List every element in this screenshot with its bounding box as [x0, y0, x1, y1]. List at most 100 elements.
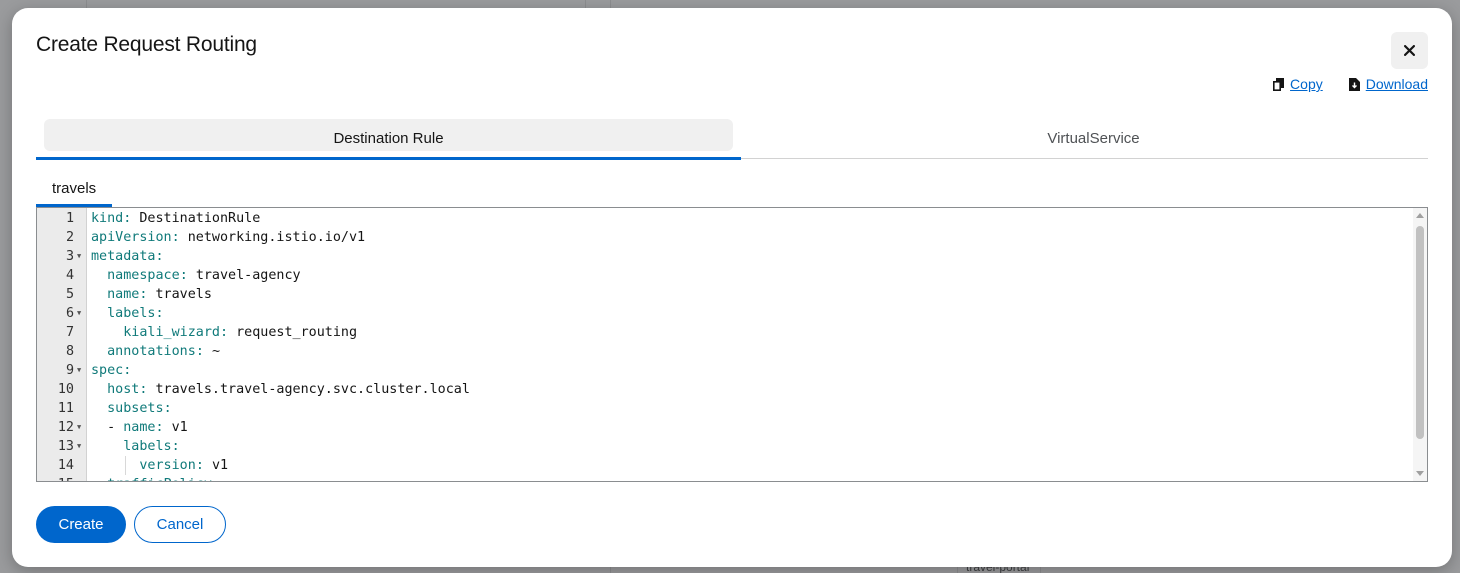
- code-line: 3 ▼ metadata:: [37, 247, 1413, 266]
- yaml-value: v1: [211, 458, 229, 473]
- code-line: 13 ▼ labels:: [37, 437, 1413, 456]
- yaml-separator: :: [155, 249, 164, 264]
- line-number: 12: [57, 420, 74, 435]
- yaml-separator: :: [195, 344, 212, 359]
- code-text: metadata:: [91, 247, 164, 266]
- fold-toggle-icon[interactable]: ▼: [77, 361, 81, 380]
- yaml-key: metadata: [91, 249, 156, 264]
- line-number: 5: [65, 287, 74, 302]
- copy-label: Copy: [1290, 76, 1323, 92]
- close-button[interactable]: [1391, 32, 1428, 69]
- code-line: 2 apiVersion: networking.istio.io/v1: [37, 228, 1413, 247]
- copy-button[interactable]: Copy: [1273, 76, 1323, 92]
- bg-divider: [585, 0, 586, 8]
- yaml-key: kiali_wizard: [123, 325, 220, 340]
- code-line: 15▼ trafficPolicy:: [37, 475, 1413, 481]
- code-text: host: travels.travel-agency.svc.cluster.…: [91, 380, 470, 399]
- yaml-value: travel-agency: [195, 268, 301, 283]
- yaml-separator: :: [139, 382, 156, 397]
- bg-divider: [610, 0, 611, 8]
- code-line: 6 ▼ labels:: [37, 304, 1413, 323]
- yaml-key: apiVersion: [91, 230, 172, 245]
- yaml-value: travels.travel-agency.svc.cluster.local: [155, 382, 470, 397]
- dialog-footer: Create Cancel: [36, 506, 226, 543]
- code-text: subsets:: [91, 399, 172, 418]
- editor-scrollbar[interactable]: [1413, 208, 1427, 481]
- yaml-value: DestinationRule: [139, 211, 261, 226]
- yaml-separator: :: [123, 363, 132, 378]
- yaml-key: labels: [107, 306, 156, 321]
- yaml-key: labels: [123, 439, 172, 454]
- yaml-separator: :: [139, 287, 156, 302]
- subtab-travels[interactable]: travels: [36, 169, 113, 207]
- line-number: 9: [65, 363, 74, 378]
- yaml-value: networking.istio.io/v1: [187, 230, 366, 245]
- yaml-separator: :: [155, 306, 164, 321]
- yaml-value: request_routing: [236, 325, 358, 340]
- code-line: 7 kiali_wizard: request_routing: [37, 323, 1413, 342]
- line-number: 15: [37, 475, 74, 481]
- line-number: 6: [65, 306, 74, 321]
- line-number: 10: [57, 382, 74, 397]
- bg-divider: [86, 0, 87, 8]
- code-line: 10 host: travels.travel-agency.svc.clust…: [37, 380, 1413, 399]
- yaml-separator: :: [179, 268, 196, 283]
- code-line: 9 ▼ spec:: [37, 361, 1413, 380]
- code-text: version: v1: [91, 456, 228, 475]
- yaml-key: spec: [91, 363, 124, 378]
- code-text: kiali_wizard: request_routing: [91, 323, 357, 342]
- yaml-key: version: [139, 458, 196, 473]
- yaml-key: name: [107, 287, 140, 302]
- code-text: - name: v1: [91, 420, 188, 435]
- scroll-thumb[interactable]: [1416, 226, 1424, 439]
- yaml-key: annotations: [107, 344, 196, 359]
- tab-label: Destination Rule: [333, 129, 444, 147]
- subtab-label: travels: [52, 179, 97, 197]
- fold-toggle-icon[interactable]: ▼: [77, 304, 81, 323]
- code-line: 12 ▼ - name: v1: [37, 418, 1413, 437]
- code-text: trafficPolicy:: [91, 475, 220, 481]
- scroll-up-arrow-icon[interactable]: [1416, 213, 1424, 218]
- line-number: 11: [57, 401, 74, 416]
- tab-label: VirtualService: [1047, 129, 1140, 147]
- yaml-separator: :: [220, 325, 237, 340]
- scroll-down-arrow-icon[interactable]: [1416, 471, 1424, 476]
- code-line: 1 kind: DestinationRule: [37, 209, 1413, 228]
- yaml-key: trafficPolicy: [107, 477, 212, 481]
- yaml-separator: :: [195, 458, 212, 473]
- tab-destination-rule[interactable]: Destination Rule: [36, 117, 741, 160]
- code-text: apiVersion: networking.istio.io/v1: [91, 228, 365, 247]
- bg-divider: [610, 567, 611, 573]
- yaml-separator: :: [123, 211, 140, 226]
- yaml-value: v1: [171, 420, 188, 435]
- yaml-separator: :: [171, 439, 180, 454]
- code-line: 8 annotations: ~: [37, 342, 1413, 361]
- dialog-title: Create Request Routing: [36, 33, 257, 56]
- cancel-button[interactable]: Cancel: [134, 506, 226, 543]
- fold-toggle-icon[interactable]: ▼: [77, 247, 81, 266]
- yaml-value: travels: [155, 287, 212, 302]
- code-text: spec:: [91, 361, 131, 380]
- yaml-key: namespace: [107, 268, 180, 283]
- code-text: annotations: ~: [91, 342, 220, 361]
- yaml-value: ~: [211, 344, 220, 359]
- yaml-key: subsets: [107, 401, 164, 416]
- download-button[interactable]: Download: [1348, 76, 1428, 92]
- fold-toggle-icon[interactable]: ▼: [77, 418, 81, 437]
- code-line: 4 namespace: travel-agency: [37, 266, 1413, 285]
- fold-toggle-icon[interactable]: ▼: [77, 475, 81, 481]
- code-text: namespace: travel-agency: [91, 266, 301, 285]
- close-icon: [1404, 45, 1415, 56]
- line-number: 7: [65, 325, 74, 340]
- yaml-editor[interactable]: 1 kind: DestinationRule 2 apiVersion: netwo…: [36, 207, 1428, 482]
- yaml-separator: :: [163, 401, 172, 416]
- code-text: name: travels: [91, 285, 212, 304]
- line-number: 3: [65, 249, 74, 264]
- yaml-key: kind: [91, 211, 124, 226]
- fold-toggle-icon[interactable]: ▼: [77, 437, 81, 456]
- code-line: 11 subsets:: [37, 399, 1413, 418]
- yaml-separator: :: [212, 477, 220, 481]
- create-button[interactable]: Create: [36, 506, 126, 543]
- tab-virtual-service[interactable]: VirtualService: [741, 117, 1446, 159]
- resource-subtabs: travels: [36, 169, 113, 207]
